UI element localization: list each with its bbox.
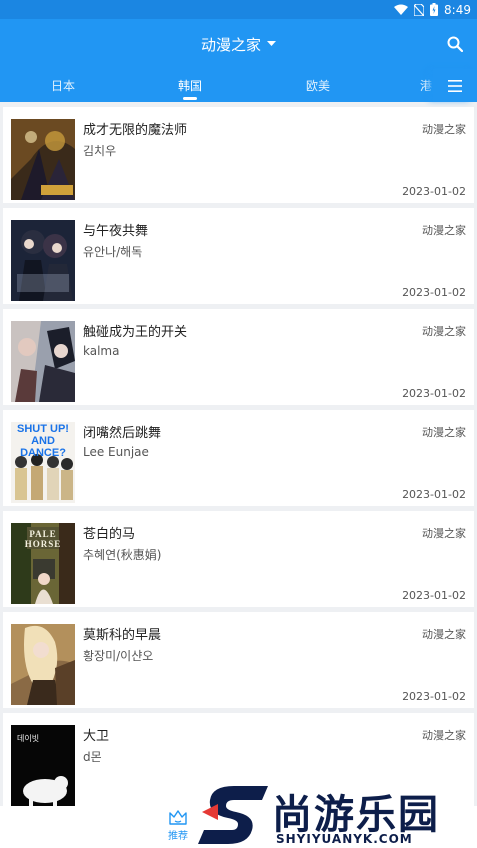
comic-card[interactable]: 与午夜共舞 유안나/해독 动漫之家 2023-01-02: [3, 208, 474, 304]
tab-menu-button[interactable]: [433, 69, 477, 102]
app-header: 8:49 动漫之家 日本 韩国 欧美 港: [0, 0, 477, 102]
comic-card[interactable]: 触碰成为王的开关 kalma 动漫之家 2023-01-02: [3, 309, 474, 405]
comic-cover: [11, 220, 75, 301]
comic-cover: [11, 119, 75, 200]
toolbar: 动漫之家: [0, 19, 477, 69]
watermark-text-en: SHYIYUANYK.COM: [276, 832, 413, 846]
cover-text: AND: [31, 435, 55, 447]
tab-west[interactable]: 欧美: [278, 69, 358, 102]
crown-icon: [169, 810, 187, 825]
tab-indicator: [183, 97, 197, 100]
tab-label: 欧美: [305, 79, 330, 93]
wifi-icon: [394, 4, 409, 15]
comic-card[interactable]: SHUT UP! AND DANCE? 闭嘴然后跳舞 Lee Eunjae 动漫…: [3, 410, 474, 506]
comic-author: kalma: [83, 344, 120, 358]
comic-author: 황장미/이샨오: [83, 649, 154, 663]
comic-date: 2023-01-02: [402, 185, 466, 198]
comic-source: 动漫之家: [422, 426, 466, 439]
comic-author: Lee Eunjae: [83, 445, 149, 459]
comic-cover: SHUT UP! AND DANCE?: [11, 422, 75, 503]
comic-source: 动漫之家: [422, 527, 466, 540]
site-selector-label: 动漫之家: [200, 35, 261, 54]
comic-cover: [11, 624, 75, 705]
search-icon: [447, 36, 463, 52]
search-button[interactable]: [441, 30, 469, 58]
caret-down-icon: [267, 41, 276, 46]
comic-date: 2023-01-02: [402, 286, 466, 299]
comic-cover: PALE HORSE: [11, 523, 75, 604]
comic-author: 추혜연(秋惠娟): [83, 548, 162, 562]
no-sim-icon: [414, 3, 425, 16]
nav-item-recommend[interactable]: 推荐: [160, 810, 196, 846]
comic-source: 动漫之家: [422, 729, 466, 742]
watermark-logo: 尚游乐园 SHYIYUANYK.COM: [198, 782, 477, 848]
comic-date: 2023-01-02: [402, 589, 466, 602]
comic-date: 2023-01-02: [402, 488, 466, 501]
comic-title: 闭嘴然后跳舞: [83, 426, 162, 441]
comic-cover: [11, 321, 75, 402]
category-tabs: 日本 韩国 欧美 港: [0, 69, 477, 102]
comic-source: 动漫之家: [422, 325, 466, 338]
comic-title: 大卫: [83, 729, 110, 744]
status-icons: 8:49: [394, 2, 471, 17]
comic-card[interactable]: 成才无限的魔法师 김치우 动漫之家 2023-01-02: [3, 107, 474, 203]
comic-author: 유안나/해독: [83, 245, 143, 259]
cover-text: PALE: [29, 529, 57, 539]
battery-icon: [430, 3, 439, 16]
cover-text: HORSE: [24, 539, 62, 549]
menu-icon: [448, 79, 462, 92]
tab-japan[interactable]: 日本: [23, 69, 103, 102]
comic-card[interactable]: 莫斯科的早晨 황장미/이샨오 动漫之家 2023-01-02: [3, 612, 474, 708]
comic-cover: 데이빗: [11, 725, 75, 806]
comic-title: 与午夜共舞: [83, 224, 149, 239]
comic-title: 莫斯科的早晨: [83, 628, 162, 643]
comic-date: 2023-01-02: [402, 690, 466, 703]
tab-label: 韩国: [177, 79, 202, 93]
logo-s-mark: [198, 786, 268, 844]
comic-title: 成才无限的魔法师: [83, 123, 188, 138]
status-bar: 8:49: [0, 0, 477, 19]
status-time: 8:49: [444, 2, 471, 17]
cover-text: DANCE?: [20, 447, 66, 459]
app-title-wrap: 动漫之家: [0, 19, 477, 69]
comic-title: 触碰成为王的开关: [83, 325, 188, 340]
comic-author: d몬: [83, 750, 102, 764]
comic-source: 动漫之家: [422, 123, 466, 136]
comic-title: 苍白的马: [83, 527, 136, 542]
tab-label: 港: [420, 79, 433, 93]
comic-source: 动漫之家: [422, 628, 466, 641]
comic-source: 动漫之家: [422, 224, 466, 237]
comic-author: 김치우: [83, 144, 117, 158]
tab-label: 日本: [50, 79, 75, 93]
cover-text: 데이빗: [17, 734, 40, 743]
comic-card[interactable]: PALE HORSE 苍白的马 추혜연(秋惠娟) 动漫之家 2023-01-02: [3, 511, 474, 607]
site-selector[interactable]: 动漫之家: [201, 34, 276, 55]
nav-item-label: 推荐: [168, 831, 188, 842]
comic-date: 2023-01-02: [402, 387, 466, 400]
cover-text: SHUT UP!: [17, 423, 69, 435]
